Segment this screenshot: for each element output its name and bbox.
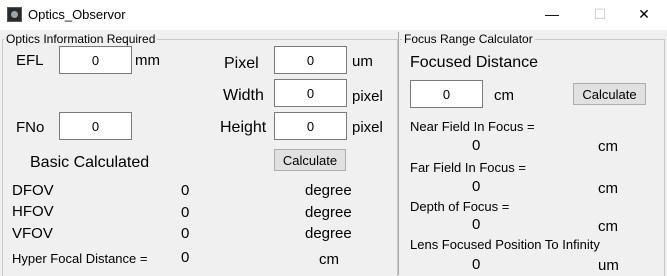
fno-input[interactable] (59, 112, 132, 140)
title-bar[interactable]: Optics_Observor — ☐ ✕ (0, 0, 667, 30)
hyper-focal-value: 0 (181, 249, 190, 266)
close-button[interactable]: ✕ (621, 0, 667, 30)
width-input[interactable] (274, 79, 347, 107)
height-unit: pixel (352, 119, 383, 136)
pixel-unit: um (352, 53, 373, 70)
lens-position-label: Lens Focused Position To Infinity (410, 237, 600, 252)
fno-label: FNo (16, 119, 45, 136)
hyper-focal-label: Hyper Focal Distance = (12, 251, 148, 266)
dfov-unit: degree (305, 182, 352, 199)
window-title: Optics_Observor (28, 7, 126, 22)
focus-group-title: Focus Range Calculator (402, 32, 535, 46)
maximize-button[interactable]: ☐ (577, 0, 623, 30)
panel-divider (398, 32, 399, 275)
efl-input[interactable] (59, 46, 132, 74)
hfov-label: HFOV (12, 203, 54, 220)
hyper-focal-unit: cm (319, 251, 339, 268)
focused-distance-input[interactable] (410, 80, 483, 108)
pixel-input[interactable] (274, 46, 347, 74)
depth-of-focus-unit: cm (598, 218, 618, 235)
near-field-unit: cm (598, 138, 618, 155)
hfov-value: 0 (181, 204, 190, 221)
far-field-value: 0 (472, 178, 481, 195)
minimize-button[interactable]: — (529, 0, 575, 30)
depth-of-focus-value: 0 (472, 216, 481, 233)
focused-distance-label: Focused Distance (410, 54, 539, 71)
app-icon (7, 7, 22, 22)
basic-calculated-title: Basic Calculated (30, 154, 150, 171)
vfov-unit: degree (305, 225, 352, 242)
depth-of-focus-label: Depth of Focus = (410, 199, 510, 214)
width-unit: pixel (352, 88, 383, 105)
vfov-value: 0 (181, 225, 190, 242)
hfov-unit: degree (305, 204, 352, 221)
focus-calculate-button[interactable]: Calculate (573, 83, 646, 105)
optics-calculate-button[interactable]: Calculate (274, 149, 346, 171)
lens-position-value: 0 (472, 256, 481, 273)
width-label: Width (223, 87, 264, 104)
dfov-label: DFOV (12, 182, 54, 199)
near-field-value: 0 (472, 137, 481, 154)
efl-label: EFL (16, 52, 44, 69)
vfov-label: VFOV (12, 225, 53, 242)
dfov-value: 0 (181, 182, 190, 199)
height-input[interactable] (274, 112, 347, 140)
height-label: Height (220, 119, 267, 136)
far-field-label: Far Field In Focus = (410, 160, 526, 175)
lens-position-unit: um (598, 257, 619, 274)
far-field-unit: cm (598, 180, 618, 197)
optics-group-title: Optics Information Required (4, 32, 158, 46)
efl-unit: mm (135, 52, 160, 69)
near-field-label: Near Field In Focus = (410, 119, 535, 134)
focused-distance-unit: cm (494, 87, 514, 104)
pixel-label: Pixel (224, 55, 259, 72)
